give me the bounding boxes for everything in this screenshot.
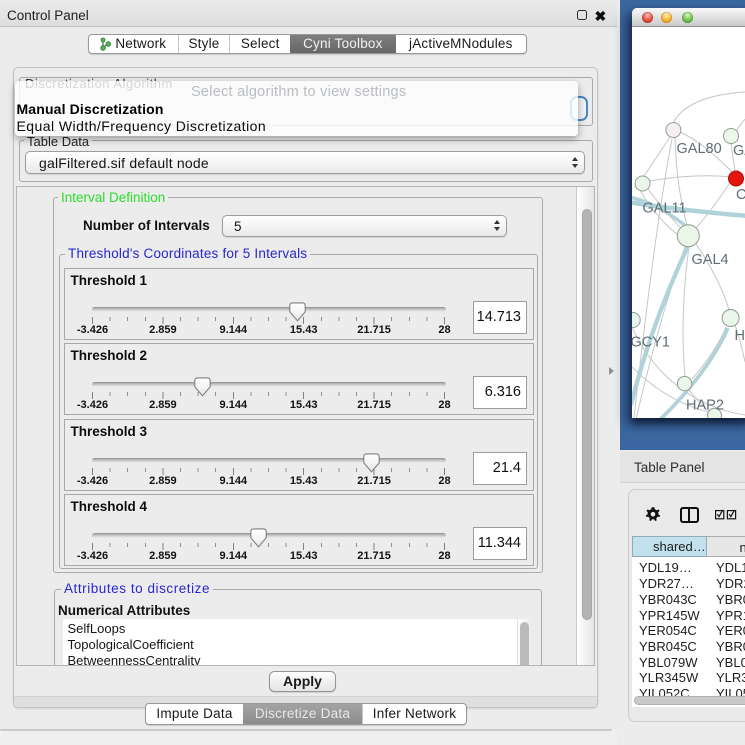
svg-text:GAL80: GAL80 [677, 141, 722, 157]
svg-text:H: H [735, 328, 745, 344]
svg-text:GAL11: GAL11 [643, 201, 687, 217]
svg-text:GA: GA [733, 143, 745, 159]
svg-text:GAL4: GAL4 [692, 252, 729, 268]
svg-text:HAP2: HAP2 [686, 398, 724, 414]
svg-text:C: C [736, 187, 745, 203]
svg-text:GCY1: GCY1 [632, 335, 670, 351]
